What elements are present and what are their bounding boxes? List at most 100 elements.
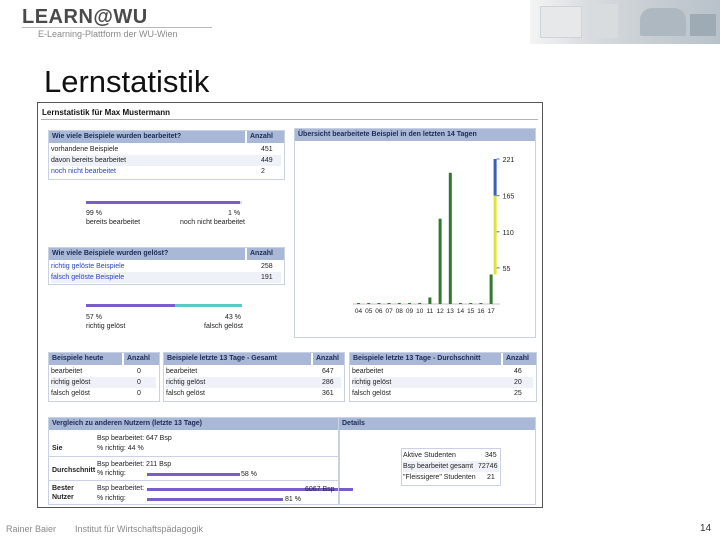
comparison-row-label: Durchschnitt [52,467,96,474]
table-row: davon bereits bearbeitet 449 [51,155,281,166]
solved-right-label: falsch gelöst [204,323,243,330]
table-row: noch nicht bearbeitet 2 [51,168,265,175]
table-row: richtig gelöst 0 [51,377,156,388]
solved-progress-bar [86,304,242,307]
table-row: richtig gelöst 286 [166,377,341,388]
last13-total-header: Beispiele letzte 13 Tage - Gesamt [164,353,311,365]
chart-bar [418,303,422,304]
x-tick-label: 16 [477,308,485,315]
comparison-bar-text: 81 % [285,496,301,503]
chart-bar [493,195,497,275]
x-tick-label: 11 [427,308,434,315]
x-tick-label: 05 [365,308,373,315]
processed-left-label: bereits bearbeitet [86,219,141,226]
y-tick-label: 110 [503,230,514,237]
y-tick-label: 55 [503,266,511,273]
comparison-line2: % richtig: 44 % [97,445,144,452]
table-row: falsch gelöste Beispiele 191 [51,272,281,283]
solved-count-header: Anzahl [247,248,284,260]
x-tick-label: 08 [396,308,404,315]
page-title: Lernstatistik [44,64,210,99]
chart-bar [479,303,483,304]
chart-bar [408,303,411,304]
comparison-table: Vergleich zu anderen Nutzern (letzte 13 … [48,417,353,505]
footer-institute: Institut für Wirtschaftspädagogik [75,524,204,534]
footer-author: Rainer Baier [6,524,57,534]
solved-header: Wie viele Beispiele wurden gelöst? [49,248,245,260]
x-tick-label: 07 [385,308,393,315]
last13-total-count-header: Anzahl [313,353,344,365]
not-processed-link[interactable]: noch nicht bearbeitet [51,168,116,175]
x-tick-label: 09 [406,308,414,315]
table-row: richtig gelöst 20 [352,377,533,388]
logo: LEARN@WU [22,6,148,28]
bar-chart: 04 05 06 07 08 09 10 11 12 13 14 15 16 17 221 165 110 55 [353,157,515,315]
table-row: bearbeitet 647 [166,368,334,375]
details-row: Bsp bearbeitet gesamt 72746 [403,461,499,472]
y-tick-label: 165 [503,194,515,201]
today-table: Beispiele heute Anzahl bearbeitet 0 richt… [48,352,160,402]
table-row: richtig gelöste Beispiele 258 [51,263,273,270]
chart-bar [493,159,497,196]
table-row: falsch gelöst 361 [166,390,334,397]
chart-bar [387,303,391,304]
table-row: falsch gelöst 0 [51,390,141,397]
processed-header: Wie viele Beispiele wurden bearbeitet? [49,131,245,143]
x-tick-label: 17 [487,308,495,315]
chart-bar [377,303,381,304]
table-row: vorhandene Beispiele 451 [51,146,273,153]
today-count-header: Anzahl [124,353,159,365]
last13-average-table: Beispiele letzte 13 Tage - Durchschnitt … [349,352,537,402]
x-tick-label: 04 [355,308,363,315]
title-divider [41,119,538,120]
x-tick-label: 10 [416,308,424,315]
header-banner-image [530,0,720,44]
chart-title: Übersicht bearbeitete Beispiel in den le… [295,129,535,141]
details-table: Aktive Studenten 345 Bsp bearbeitet gesam… [401,448,501,486]
processed-progress-bar [86,201,242,204]
comparison-line2: % richtig: [97,495,126,502]
processed-count-header: Anzahl [247,131,284,143]
slide-number: 14 [700,523,712,534]
table-row: falsch gelöst 25 [352,390,522,397]
chart-bar [397,303,401,304]
comparison-line2: % richtig: [97,470,126,477]
comparison-bar-text: 58 % [241,471,257,478]
x-tick-label: 06 [375,308,383,315]
processed-right-label: noch nicht bearbeitet [180,219,245,226]
table-row: bearbeitet 46 [352,368,522,375]
chart-bar [367,303,371,304]
x-tick-label: 13 [447,308,455,315]
details-row: "Fleissigere" Studenten 21 [403,474,495,481]
solved-progress-fill [86,304,175,307]
solved-left-label: richtig gelöst [86,323,126,330]
x-tick-label: 14 [457,308,465,315]
details-header: Details [339,418,535,430]
stats-title: Lernstatistik für Max Mustermann [42,108,171,117]
details-row: Aktive Studenten 345 [403,452,497,459]
chart-bar [469,303,473,304]
today-header: Beispiele heute [49,353,122,365]
chart-bar [448,172,452,304]
chart-bar [357,303,360,304]
wrong-solved-link[interactable]: falsch gelöste Beispiele [51,274,124,281]
details-panel: Details Aktive Studenten 345 Bsp bearbeit… [338,417,536,505]
chart-bar [428,297,432,304]
comparison-header: Vergleich zu anderen Nutzern (letzte 13 … [49,418,339,430]
x-tick-label: 12 [436,308,444,315]
last13-average-count-header: Anzahl [503,353,536,365]
processed-progress-fill [86,201,241,204]
statistics-screenshot: Lernstatistik für Max Mustermann Wie vie… [37,102,543,508]
chart-bar [438,218,442,304]
x-tick-label: 15 [467,308,475,315]
correct-solved-link[interactable]: richtig gelöste Beispiele [51,263,125,270]
comparison-row-label: Bester Nutzer [52,485,74,501]
comparison-correct-bar [147,498,283,501]
comparison-correct-bar [147,473,240,476]
last13-total-table: Beispiele letzte 13 Tage - Gesamt Anzahl… [163,352,345,402]
processed-table: Wie viele Beispiele wurden bearbeitet? A… [48,130,285,180]
chart-panel: Übersicht bearbeitete Beispiel in den le… [294,128,536,338]
y-tick-label: 221 [503,157,515,164]
logo-subtitle: E-Learning-Plattform der WU-Wien [38,29,178,39]
comparison-bar-text: 6067 Bsp [305,486,335,493]
